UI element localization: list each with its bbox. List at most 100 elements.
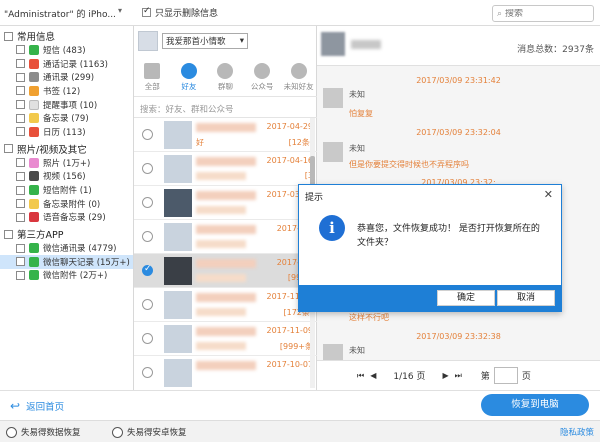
sidebar-item-label: 短信附件 (1)	[43, 186, 92, 197]
contact-row[interactable]: 2017-07- [	[134, 220, 317, 254]
contact-row[interactable]: 2017-04-29 好 [12条]	[134, 118, 317, 152]
ok-button[interactable]: 确定	[437, 290, 495, 306]
search-input[interactable]	[505, 8, 586, 19]
tab-all[interactable]: 全部	[134, 60, 171, 94]
sidebar-item-wechat-contacts[interactable]: 微信通讯录 (4779)	[0, 241, 133, 255]
sms-icon	[29, 44, 39, 55]
next-page-icon[interactable]: ▶	[442, 371, 448, 380]
contact-row[interactable]: 2017-10-07	[134, 356, 317, 387]
official-account-icon	[254, 63, 271, 79]
search-box[interactable]: ⌕	[492, 5, 594, 22]
item-checkbox[interactable]	[16, 59, 25, 69]
contact-row-selected[interactable]: 2017-11- [999+	[134, 254, 317, 288]
contact-count: [999+条	[279, 342, 313, 351]
only-deleted-checkbox[interactable]	[142, 6, 151, 17]
contact-radio[interactable]	[142, 299, 153, 310]
sidebar-item-sms-attachment[interactable]: 短信附件 (1)	[0, 183, 133, 197]
message-time: 2017/03/09 23:32:04	[416, 128, 501, 137]
item-checkbox[interactable]	[16, 158, 25, 168]
item-checkbox[interactable]	[16, 270, 25, 280]
last-page-icon[interactable]: ⏭	[455, 371, 462, 381]
message-text: 怕复复	[349, 109, 373, 118]
group-common[interactable]: 常用信息	[0, 29, 133, 43]
contact-radio[interactable]	[142, 333, 153, 344]
sidebar-item-wechat-chat[interactable]: 微信聊天记录 (15万+)	[0, 254, 133, 269]
item-checkbox[interactable]	[16, 45, 25, 55]
sidebar-item-video[interactable]: 视频 (156)	[0, 170, 133, 184]
contact-radio[interactable]	[142, 129, 153, 140]
page-number-input[interactable]	[493, 367, 518, 384]
tab-label: 好友	[181, 82, 197, 91]
item-checkbox[interactable]	[16, 171, 25, 181]
item-checkbox[interactable]	[16, 86, 25, 96]
contact-preview-blurred	[196, 308, 246, 316]
contact-radio[interactable]	[142, 231, 153, 242]
notes-attachment-icon	[29, 198, 39, 209]
item-checkbox[interactable]	[16, 127, 25, 137]
contact-radio[interactable]	[142, 163, 153, 174]
item-checkbox[interactable]	[16, 212, 25, 222]
account-dropdown[interactable]: 我爱那首小情歌 ▾	[162, 33, 248, 49]
sidebar-item-calendar[interactable]: 日历 (113)	[0, 125, 133, 139]
item-checkbox[interactable]	[16, 243, 25, 253]
tab-friends[interactable]: 好友	[171, 60, 208, 94]
sidebar-item-notes-attachment[interactable]: 备忘录附件 (0)	[0, 197, 133, 211]
group-checkbox[interactable]	[4, 31, 13, 41]
contact-row[interactable]: 2017-03-02 [3	[134, 186, 317, 220]
contact-radio[interactable]	[142, 367, 153, 378]
sidebar-item-contacts[interactable]: 通讯录 (299)	[0, 70, 133, 84]
prev-page-icon[interactable]: ◀	[370, 371, 376, 380]
first-page-icon[interactable]: ⏮	[357, 371, 364, 381]
contact-date: 2017-11-09	[266, 326, 314, 335]
item-checkbox[interactable]	[16, 185, 25, 195]
tab-unknown-friend[interactable]: 未知好友	[280, 60, 317, 94]
chevron-down-icon[interactable]: ▾	[118, 6, 122, 15]
message-text: 但是你要提交得时候也不弄程序吗	[349, 160, 469, 169]
contact-search[interactable]: 搜索：好友、群和公众号	[134, 96, 317, 118]
tab-group-chat[interactable]: 群聊	[207, 60, 244, 94]
only-deleted-toggle[interactable]: 只显示删除信息	[142, 6, 218, 19]
item-checkbox[interactable]	[16, 199, 25, 209]
sidebar-item-notes[interactable]: 备忘录 (79)	[0, 111, 133, 125]
device-title[interactable]: "Administrator" 的 iPho...	[4, 7, 116, 20]
sidebar-item-wechat-attachment[interactable]: 微信附件 (2万+)	[0, 269, 133, 283]
group-checkbox[interactable]	[4, 229, 13, 239]
footer-link-data-recovery[interactable]: 失易得数据恢复	[6, 426, 81, 438]
item-checkbox[interactable]	[16, 72, 25, 82]
contact-date: 2017-10-07	[266, 360, 314, 369]
footer: 失易得数据恢复 失易得安卓恢复 隐私政策	[0, 420, 600, 442]
item-checkbox[interactable]	[16, 113, 25, 123]
goto-label: 第	[480, 372, 490, 382]
group-third-party[interactable]: 第三方APP	[0, 227, 133, 241]
sidebar-item-bookmarks[interactable]: 书签 (12)	[0, 84, 133, 98]
group-checkbox[interactable]	[4, 144, 13, 154]
contact-row[interactable]: 2017-11-09 [999+条	[134, 322, 317, 356]
contact-tabs: 全部 好友 群聊 公众号 未知好友	[134, 60, 317, 94]
cancel-button[interactable]: 取消	[497, 290, 555, 306]
group-media[interactable]: 照片/视频及其它	[0, 142, 133, 156]
contact-radio[interactable]	[142, 197, 153, 208]
contact-avatar	[164, 257, 192, 285]
close-icon[interactable]: ✕	[544, 188, 553, 201]
message-text: 这样不行吧	[349, 313, 389, 322]
sidebar-item-reminders[interactable]: 提醒事项 (10)	[0, 98, 133, 112]
dialog-title: 提示	[305, 193, 324, 203]
contact-row[interactable]: 2017-11-03 [172条]	[134, 288, 317, 322]
sidebar-item-voice-memo[interactable]: 语音备忘录 (29)	[0, 211, 133, 225]
footer-link-android-recovery[interactable]: 失易得安卓恢复	[112, 426, 187, 438]
sidebar-item-call-log[interactable]: 通话记录 (1163)	[0, 57, 133, 71]
privacy-link[interactable]: 隐私政策	[560, 426, 594, 438]
recover-to-pc-button[interactable]: 恢复到电脑	[481, 394, 589, 416]
tab-official-account[interactable]: 公众号	[244, 60, 281, 94]
android-recovery-icon	[112, 426, 123, 438]
contact-radio[interactable]	[142, 264, 153, 276]
sidebar-item-photos[interactable]: 照片 (1万+)	[0, 156, 133, 170]
account-selector[interactable]: 我爱那首小情歌 ▾	[138, 31, 248, 51]
contact-row[interactable]: 2017-04-16 [3	[134, 152, 317, 186]
sidebar-item-sms[interactable]: 短信 (483)	[0, 43, 133, 57]
contact-avatar	[164, 155, 192, 183]
back-home-button[interactable]: ↩ 返回首页	[10, 399, 64, 413]
item-checkbox[interactable]	[16, 257, 25, 267]
item-checkbox[interactable]	[16, 100, 25, 110]
sidebar-item-label: 提醒事项 (10)	[43, 100, 98, 111]
